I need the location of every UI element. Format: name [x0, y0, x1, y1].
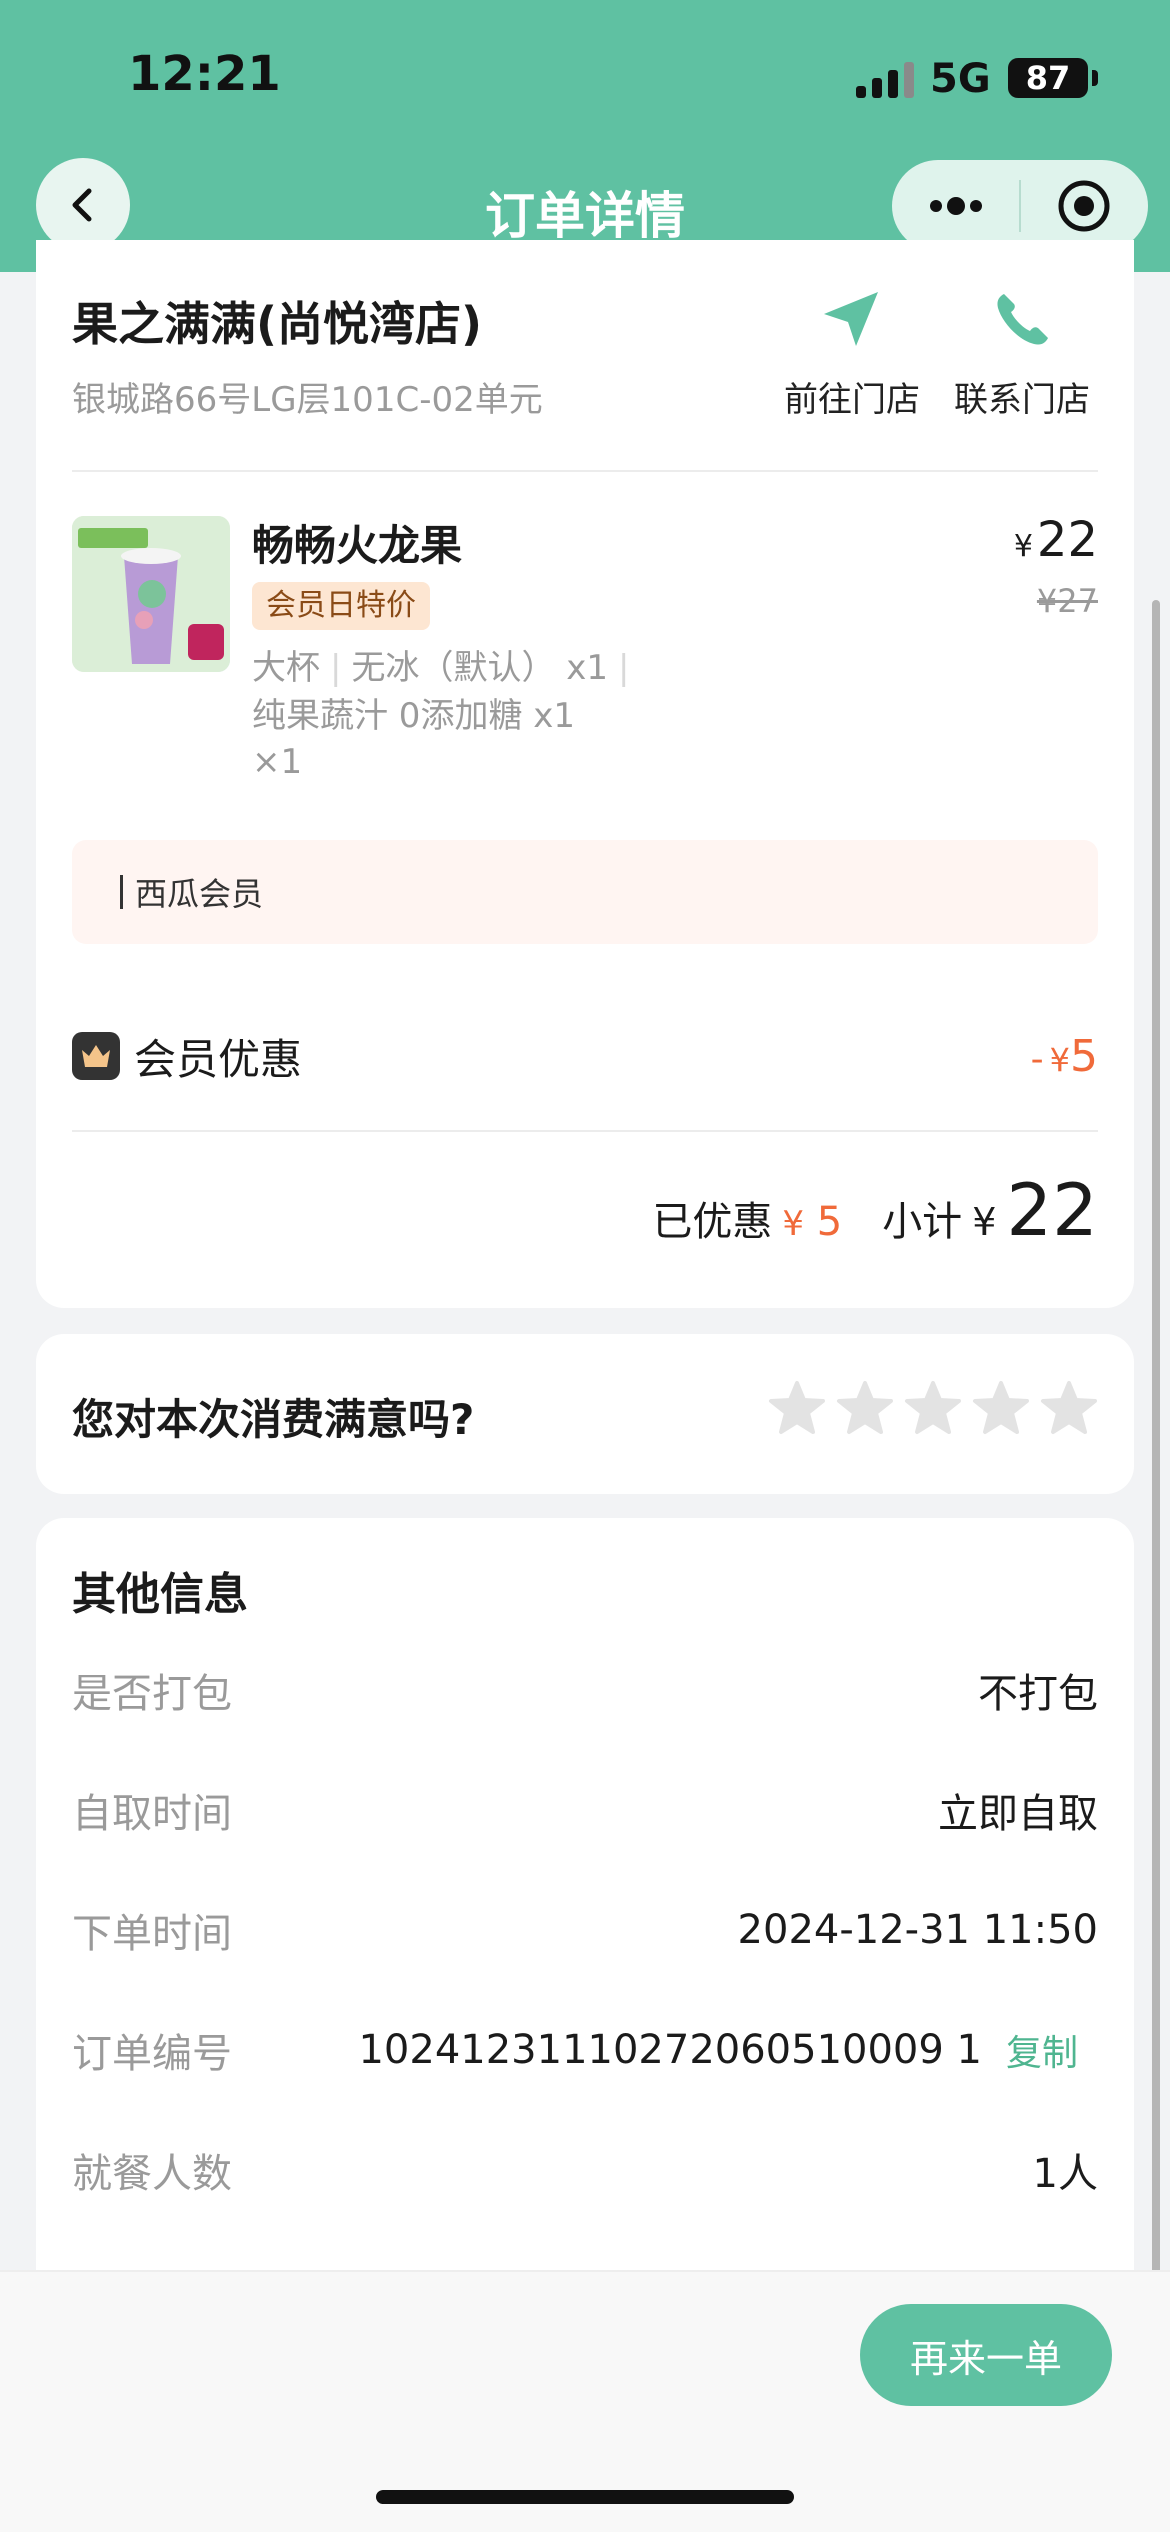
- navigate-to-store-button[interactable]: 前往门店: [772, 288, 932, 421]
- satisfaction-question: 您对本次消费满意吗?: [72, 1395, 475, 1444]
- info-value: 立即自取: [938, 1791, 1098, 1837]
- network-label: 5G: [930, 56, 991, 102]
- status-bar: 12:21 5G 87: [0, 0, 1170, 150]
- order-number[interactable]: 10241231110272060510009 1: [358, 2027, 982, 2073]
- subtotal-symbol: ¥: [972, 1200, 997, 1244]
- subtotal-label: 小计: [882, 1199, 963, 1245]
- drink-cup-illustration: [72, 516, 230, 672]
- scrollbar[interactable]: [1152, 600, 1160, 2280]
- product-spec-addon: 纯果蔬汁 0添加糖 x1: [252, 696, 575, 736]
- navigate-label: 前往门店: [784, 380, 920, 420]
- reorder-button[interactable]: 再来一单: [860, 2304, 1112, 2406]
- packing-row: 是否打包 不打包: [72, 1660, 1098, 1720]
- call-label: 联系门店: [954, 380, 1090, 420]
- spec-ice: 无冰（默认） x1: [351, 648, 609, 688]
- price-value: 22: [1036, 512, 1098, 568]
- mini-program-capsule: [892, 160, 1148, 252]
- other-info-card: 其他信息 是否打包 不打包 自取时间 立即自取 下单时间 2024-12-31 …: [36, 1518, 1134, 2278]
- info-label: 订单编号: [72, 2031, 232, 2077]
- crown-icon: [72, 1032, 120, 1080]
- order-time-row: 下单时间 2024-12-31 11:50: [72, 1900, 1098, 1960]
- header: 12:21 5G 87 订单详情: [0, 0, 1170, 272]
- info-label: 下单时间: [72, 1911, 232, 1957]
- discount-label: 会员优惠: [134, 1034, 303, 1084]
- star-icon[interactable]: [904, 1380, 962, 1436]
- discount-symbol: ¥: [1049, 1040, 1070, 1079]
- member-box-bar: [120, 875, 123, 909]
- price-symbol: ¥: [1013, 529, 1033, 564]
- star-icon[interactable]: [768, 1380, 826, 1436]
- member-day-tag: 会员日特价: [252, 582, 430, 630]
- star-icon[interactable]: [972, 1380, 1030, 1436]
- other-info-title: 其他信息: [72, 1569, 248, 1620]
- home-indicator: [376, 2490, 794, 2504]
- member-type-label: 西瓜会员: [135, 875, 264, 913]
- original-price: ¥27: [1036, 582, 1098, 620]
- info-label: 自取时间: [72, 1791, 232, 1837]
- member-discount-row: 会员优惠 - ¥5: [72, 1024, 1098, 1088]
- info-value: 2024-12-31 11:50: [737, 1907, 1098, 1953]
- signal-icon: [856, 62, 916, 98]
- product-name: 畅畅火龙果: [252, 521, 463, 570]
- divider: [72, 470, 1098, 472]
- pickup-time-row: 自取时间 立即自取: [72, 1780, 1098, 1840]
- battery-icon: 87: [1008, 58, 1088, 98]
- store-name: 果之满满(尚悦湾店): [72, 297, 483, 351]
- product-price: ¥22: [1014, 512, 1098, 568]
- star-rating: [768, 1380, 1098, 1436]
- battery-cap: [1092, 70, 1098, 86]
- status-time: 12:21: [128, 46, 281, 102]
- divider: [72, 1130, 1098, 1132]
- target-close-icon: [1058, 180, 1110, 232]
- star-icon[interactable]: [1040, 1380, 1098, 1436]
- info-label: 就餐人数: [72, 2151, 232, 2197]
- product-quantity: ×1: [252, 742, 303, 782]
- discount-minus: -: [1030, 1038, 1044, 1080]
- call-store-button[interactable]: 联系门店: [942, 288, 1102, 421]
- phone-icon: [997, 294, 1048, 345]
- order-card: 果之满满(尚悦湾店) 银城路66号LG层101C-02单元 前往门店 联系门店 …: [36, 240, 1134, 1308]
- close-mini-program-button[interactable]: [1021, 160, 1148, 252]
- more-button[interactable]: [892, 160, 1019, 252]
- saved-amount: ¥ 5: [782, 1199, 842, 1245]
- info-value: 不打包: [978, 1671, 1098, 1717]
- member-info-box: 西瓜会员: [72, 840, 1098, 944]
- rating-card: 您对本次消费满意吗?: [36, 1334, 1134, 1494]
- spec-separator: |: [618, 648, 630, 688]
- saved-symbol: ¥: [782, 1204, 805, 1244]
- product-image[interactable]: [72, 516, 230, 672]
- more-dots-icon: [929, 197, 982, 215]
- info-value: 1人: [1032, 2151, 1098, 2197]
- discount-value: 5: [1070, 1030, 1098, 1082]
- star-icon[interactable]: [836, 1380, 894, 1436]
- product-spec-line: 大杯 | 无冰（默认） x1 |: [252, 640, 640, 689]
- spec-size: 大杯: [252, 648, 320, 688]
- subtotal-amount: 22: [1006, 1168, 1098, 1252]
- info-label: 是否打包: [72, 1671, 232, 1717]
- order-number-row: 订单编号 10241231110272060510009 1 复制: [72, 2020, 1098, 2080]
- diners-row: 就餐人数 1人: [72, 2140, 1098, 2200]
- navigation-arrow-icon: [824, 292, 878, 346]
- order-total-row: 已优惠 ¥ 5 小计 ¥ 22: [652, 1168, 1098, 1252]
- saved-label: 已优惠: [652, 1199, 773, 1245]
- discount-amount: - ¥5: [1031, 1031, 1098, 1082]
- saved-value: 5: [816, 1199, 843, 1245]
- copy-button[interactable]: 复制: [1006, 2024, 1078, 2076]
- battery-level: 87: [1025, 59, 1071, 97]
- store-address: 银城路66号LG层101C-02单元: [72, 380, 543, 420]
- spec-separator: |: [330, 648, 342, 688]
